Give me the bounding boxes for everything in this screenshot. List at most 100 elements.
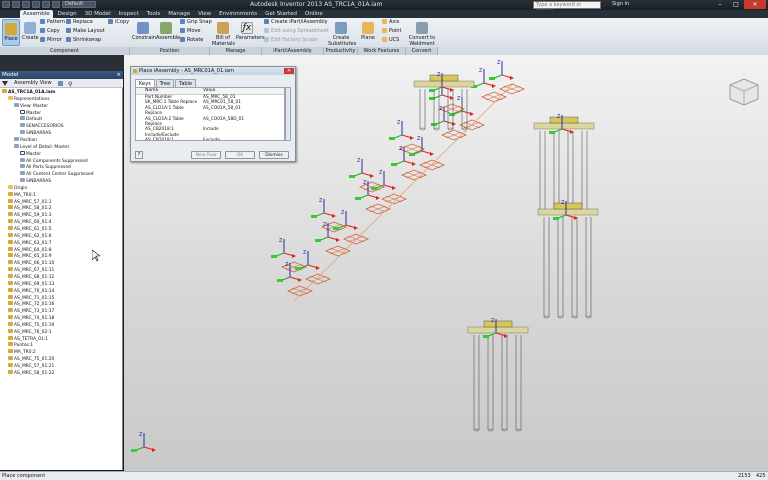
tab-assemble[interactable]: Assemble [20,10,53,18]
status-count-files: 425 [756,473,766,479]
point-icon [382,28,387,33]
column-value: Value [203,88,216,93]
constrain-button[interactable]: Constrain [132,22,156,41]
grip-snap-icon [180,19,185,24]
move-button[interactable]: Move [180,28,200,35]
key-value-cell: AS_CO01A_58_01 [203,105,241,111]
tree-node-label: AS_MRC_58_01:2 [14,206,52,212]
assembly-icon [8,205,13,210]
assembly-icon [8,267,13,272]
tree-node-label: AS_TRC1A_01A.iam [8,90,56,95]
tab-environments[interactable]: Environments [216,10,260,18]
browser-title: Model [2,72,19,78]
plane-icon [362,22,374,34]
tab-online[interactable]: Online [302,10,326,18]
browser-close-icon[interactable]: × [116,71,121,79]
save-icon[interactable] [32,1,40,8]
tree-node-label: AS_TETRA_01:1 [14,336,49,342]
tree-node-label: SENACCESORIOS [26,124,64,130]
panel-label-position[interactable]: Position [130,47,210,55]
close-button[interactable]: ✕ [744,0,766,9]
point-button[interactable]: Point [382,28,401,35]
icopy-button[interactable]: iCopy [108,19,129,26]
edit-factory-scope-label: Edit Factory Scope [271,37,318,43]
pattern-icon [40,19,45,24]
tab-design[interactable]: Design [55,10,80,18]
table-row[interactable]: AS_CLO1A:1 Table Replace AS_CO01A_58_01 [136,106,284,117]
edit-factory-scope-button[interactable]: Edit Factory Scope [264,37,317,44]
mirror-button[interactable]: Mirror [40,37,62,44]
create-substitutes-button[interactable]: Create Substitutes [328,22,356,47]
bill-of-materials-button[interactable]: Bill of Materials [212,22,235,47]
grip-snap-button[interactable]: Grip Snap [180,19,212,26]
app-menu-icon[interactable] [2,1,10,8]
dialog-close-button[interactable]: ✕ [284,68,294,74]
tab-tools[interactable]: Tools [144,10,164,18]
edit-spreadsheet-button[interactable]: Edit using Spreadsheet [264,28,329,35]
copy-button[interactable]: Copy [40,28,60,35]
tab-view[interactable]: View [195,10,214,18]
triad-z-label: Z [139,432,143,438]
assembly-view-dropdown[interactable]: Assembly View [14,79,52,88]
tab-get-started[interactable]: Get Started [262,10,300,18]
sign-in-link[interactable]: Sign In [612,1,629,7]
make-layout-button[interactable]: Make Layout [66,28,105,35]
keys-table[interactable]: Name Value Part Number AS_MRC_58_01 SK_MRC… [135,87,285,141]
tree-node[interactable]: AS_MRC_58_01:22 [8,369,54,377]
place-button[interactable]: Place [2,19,20,46]
new-row-button[interactable]: New Row [191,151,221,159]
ucs-button[interactable]: UCS [382,37,399,44]
parameters-icon: ƒx [241,22,253,34]
rotate-button[interactable]: Rotate [180,37,203,44]
axis-button[interactable]: Axis [382,19,399,26]
table-row[interactable]: AS_CLO1A:2 Table Replace AS_CO01A_58D_01 [136,117,284,128]
create-button[interactable]: Create [22,22,39,41]
new-icon[interactable] [12,1,20,8]
tree-node-label: Master [26,110,41,116]
copy-label: Copy [47,28,60,34]
binoculars-icon[interactable]: ⚲ [68,80,72,89]
assemble-button[interactable]: Assemble [156,22,180,41]
dialog-title-bar[interactable]: Place iAssembly - AS_MRC01A_01.iam ✕ [131,67,295,75]
minimize-button[interactable]: – [712,0,728,9]
triad-z-label: Z [397,120,401,126]
pattern-button[interactable]: Pattern [40,19,65,26]
home-icon[interactable] [58,81,63,86]
table-row[interactable]: AS_CB2018:1 Include/Exclude Exclude [136,138,284,140]
tab-manage[interactable]: Manage [165,10,193,18]
tree-node-label: AS_MRC_63_01:7 [14,240,52,246]
shrinkwrap-button[interactable]: Shrinkwrap [66,37,101,44]
search-input[interactable]: Type a keyword or phrase [533,1,601,14]
create-ipart-button[interactable]: Create iPart/iAssembly [264,19,328,26]
crossbeam [549,116,579,124]
triad-red-arrow [336,238,340,242]
plane-button[interactable]: Plane [360,22,376,41]
panel-label-component[interactable]: Component [0,47,130,55]
dialog-scrollbar[interactable] [285,87,291,141]
undo-icon[interactable] [42,1,50,8]
parameters-button[interactable]: ƒx Parameters [236,22,265,41]
triad-green-marker [483,335,489,338]
help-button[interactable]: ? [135,151,143,159]
filter-icon[interactable] [2,81,8,86]
tree-node-label: AS_MRC_69_01:13 [14,281,55,287]
dismiss-button[interactable]: Dismiss [259,151,289,159]
project-selector[interactable]: Default [62,1,96,8]
constrain-icon [137,22,149,34]
tab-inspect[interactable]: Inspect [116,10,142,18]
redo-icon[interactable] [52,1,60,8]
maximize-button[interactable]: □ [728,0,744,9]
convert-to-weldment-button[interactable]: Convert to Weldment [408,22,436,47]
tab-3d-model[interactable]: 3D Model [82,10,114,18]
footing-bars [329,247,347,255]
ok-button[interactable]: OK [225,151,255,159]
panel-label-work-features[interactable]: Work Features [358,47,406,55]
replace-button[interactable]: Replace [66,19,93,26]
panel-label-manage[interactable]: Manage [210,47,262,55]
iassembly-icon [133,69,137,73]
table-row[interactable]: AS_CB2018:1 Include/Exclude Include [136,127,284,138]
key-name-cell: AS_CLO1A:2 Table Replace [145,116,184,128]
pile-base [419,127,426,131]
open-icon[interactable] [22,1,30,8]
tree-node-label: AS_MRC_74_01:18 [14,316,55,322]
